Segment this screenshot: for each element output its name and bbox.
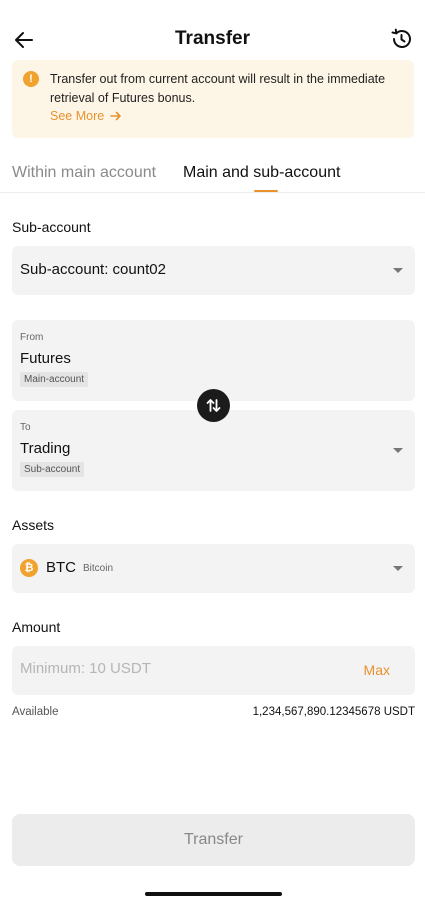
asset-name: Bitcoin <box>83 563 114 574</box>
see-more-label: See More <box>50 109 105 123</box>
history-button[interactable] <box>387 25 415 53</box>
header-bar: Transfer <box>0 20 425 58</box>
to-account-name: Trading <box>20 440 71 457</box>
available-label: Available <box>12 706 59 718</box>
bitcoin-icon: ₿ <box>20 559 38 577</box>
assets-section-label: Assets <box>12 517 55 533</box>
asset-symbol: BTC <box>46 559 76 576</box>
chevron-down-icon <box>393 268 403 273</box>
to-account-select[interactable]: To Trading Sub-account <box>12 410 415 491</box>
tab-within-main-account[interactable]: Within main account <box>12 164 156 182</box>
bonus-notice-banner: ! Transfer out from current account will… <box>12 60 414 138</box>
history-icon <box>391 28 411 48</box>
sub-account-selected-value: Sub-account: count02 <box>20 261 166 278</box>
amount-section-label: Amount <box>12 619 61 635</box>
asset-select[interactable]: ₿ BTC Bitcoin <box>12 544 415 593</box>
transfer-type-tabs: Within main account Main and sub-account <box>0 162 425 193</box>
arrow-right-icon <box>110 111 122 121</box>
to-account-tag: Sub-account <box>20 462 85 477</box>
active-tab-indicator <box>254 190 278 192</box>
transfer-submit-button[interactable]: Transfer <box>12 814 415 866</box>
chevron-down-icon <box>393 448 403 453</box>
amount-field: Max <box>12 646 415 695</box>
from-label: From <box>20 332 44 343</box>
from-account-name: Futures <box>20 350 71 367</box>
max-button[interactable]: Max <box>364 662 390 678</box>
see-more-link[interactable]: See More <box>50 109 122 123</box>
swap-arrows-icon <box>206 399 221 412</box>
tab-main-and-sub-account[interactable]: Main and sub-account <box>183 164 340 182</box>
chevron-down-icon <box>393 566 403 571</box>
to-label: To <box>20 422 31 433</box>
sub-account-section-label: Sub-account <box>12 219 91 235</box>
home-indicator <box>145 892 282 896</box>
from-account-tag: Main-account <box>20 372 89 387</box>
amount-input[interactable] <box>20 660 320 677</box>
page-title: Transfer <box>175 28 250 49</box>
available-balance: 1,234,567,890.12345678 USDT <box>252 706 415 718</box>
notice-text: Transfer out from current account will r… <box>50 72 386 105</box>
info-icon: ! <box>23 71 39 87</box>
swap-direction-button[interactable] <box>197 389 230 422</box>
sub-account-select[interactable]: Sub-account: count02 <box>12 246 415 295</box>
